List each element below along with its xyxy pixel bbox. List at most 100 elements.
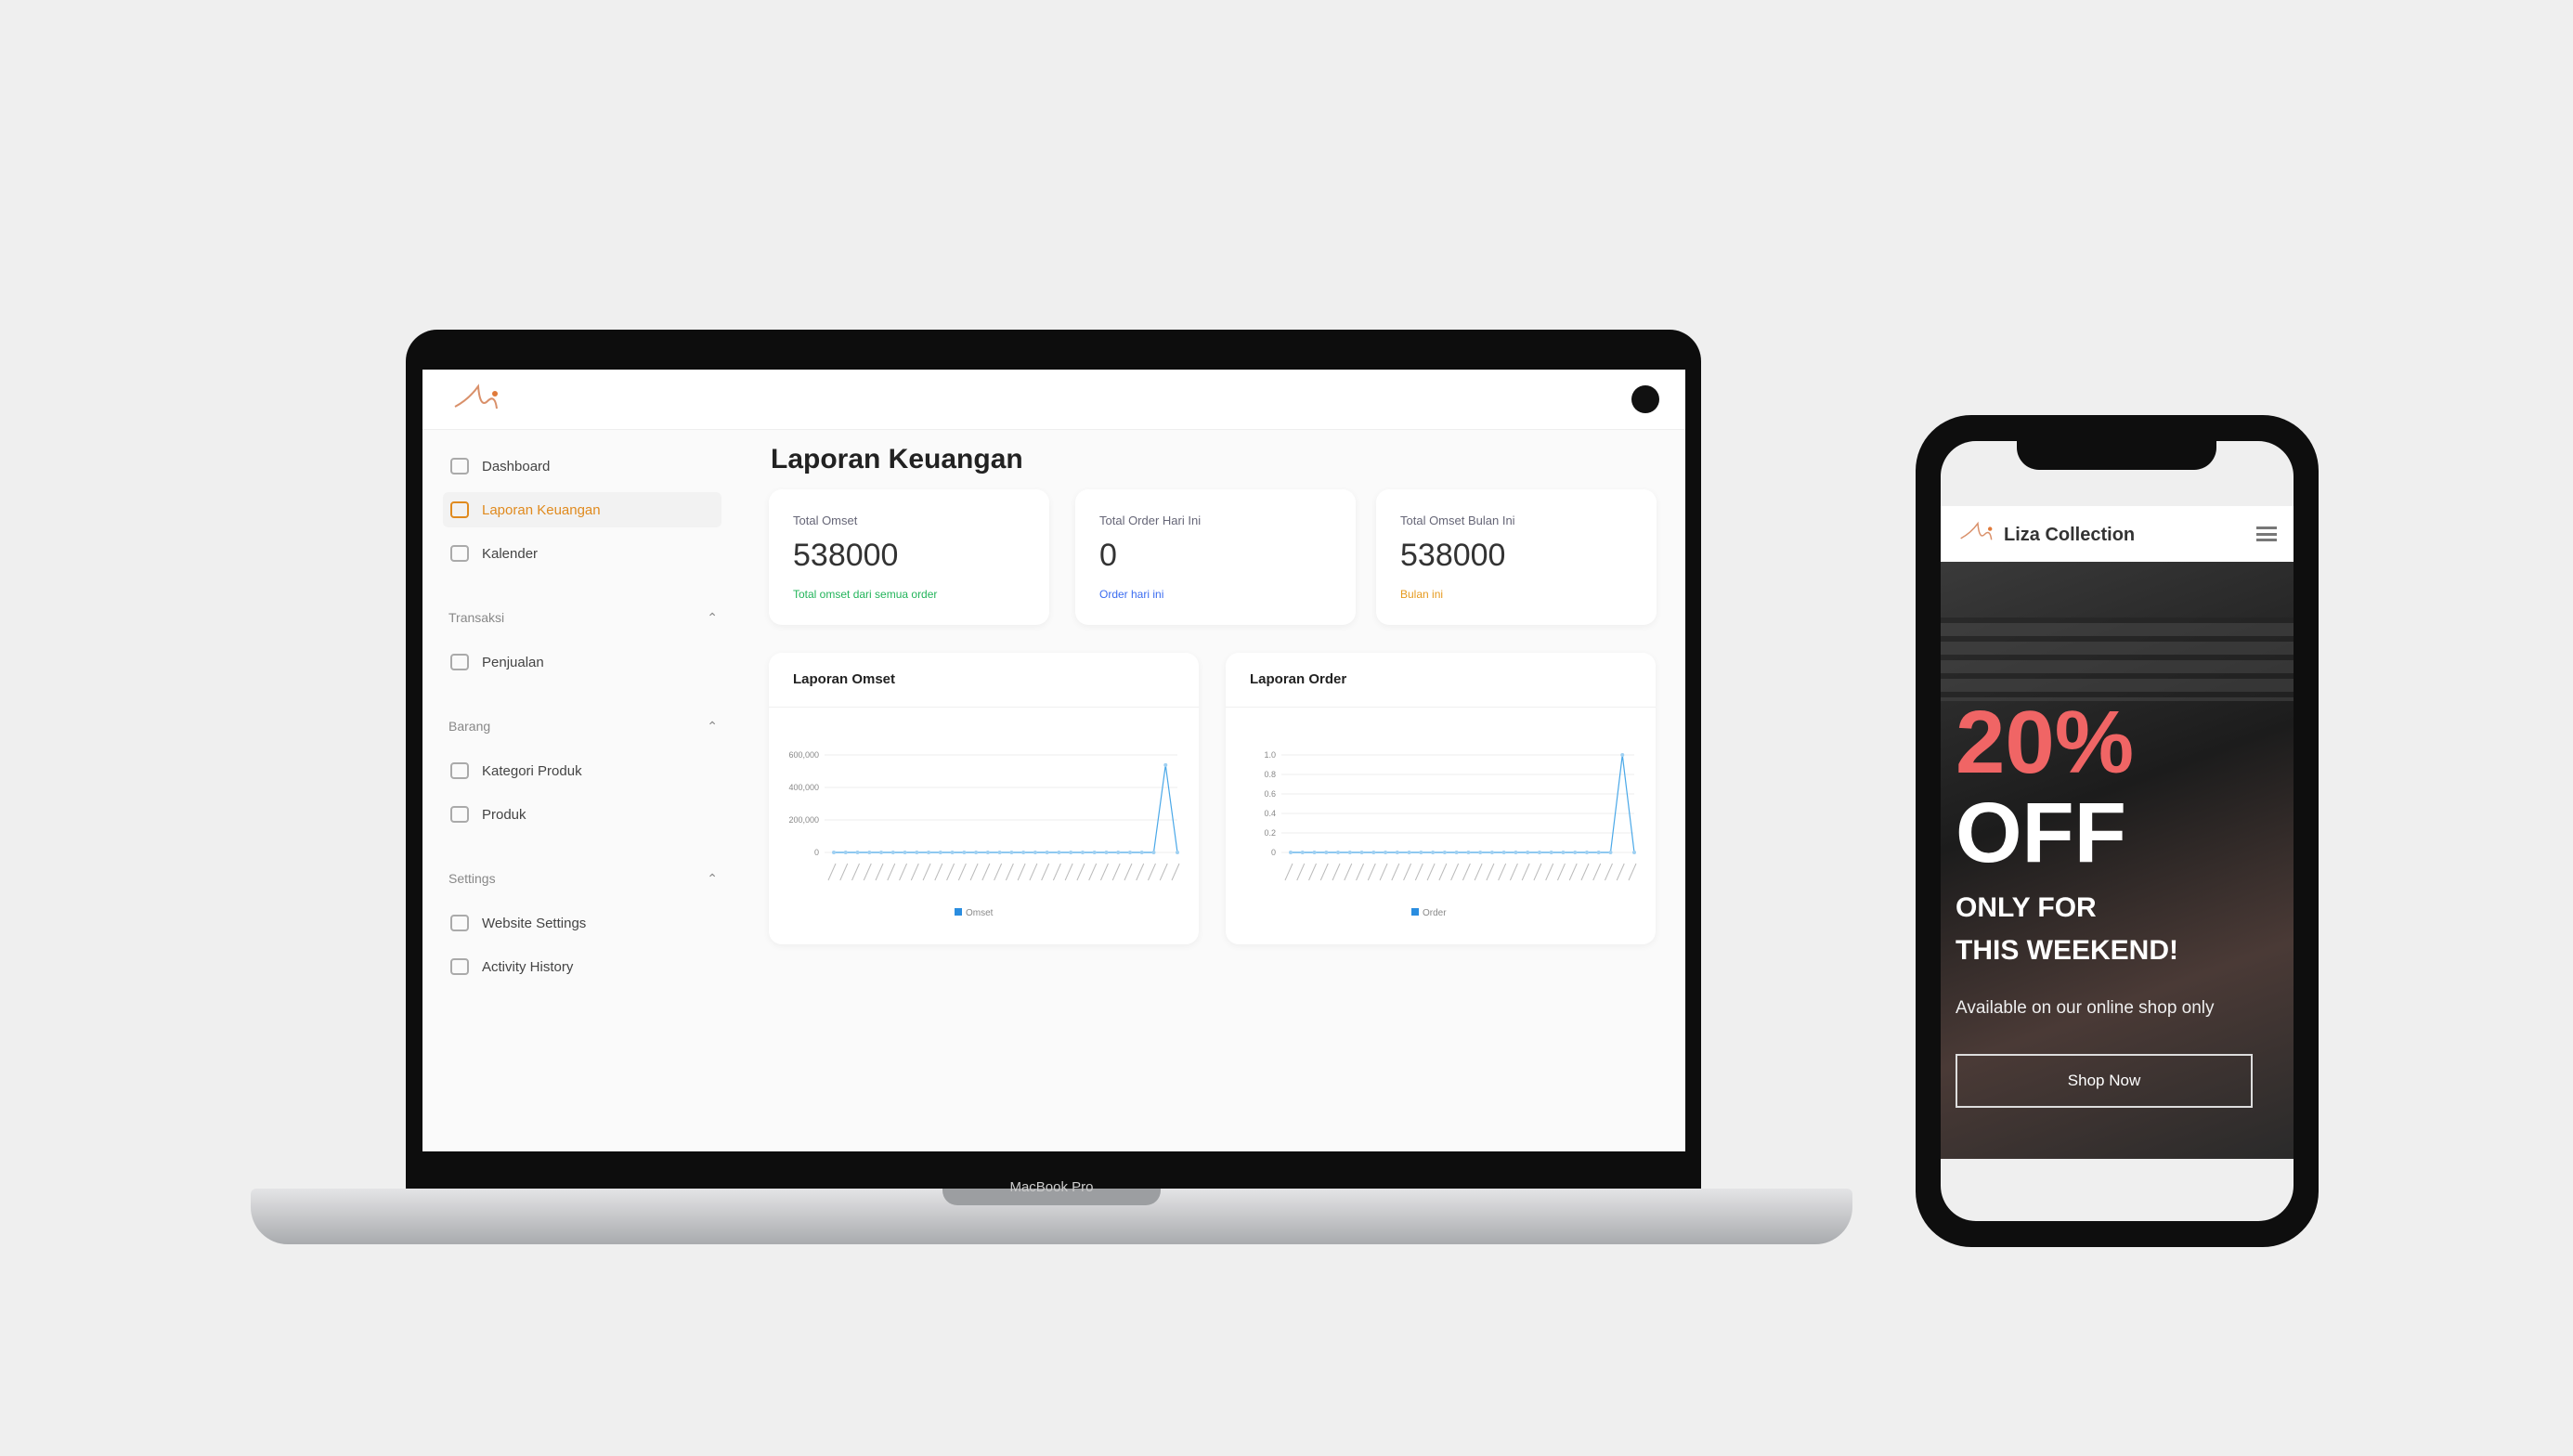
x-tick-label xyxy=(910,863,919,881)
hero-tagline-2: THIS WEEKEND! xyxy=(1956,935,2178,966)
data-point xyxy=(1371,851,1376,854)
x-tick-label xyxy=(1319,863,1329,881)
data-point xyxy=(1573,851,1578,854)
hero-off: OFF xyxy=(1956,786,2126,880)
sidebar-item-label: Penjualan xyxy=(482,654,544,670)
sidebar-item-dashboard[interactable]: Dashboard xyxy=(443,448,721,484)
x-tick-label xyxy=(1029,863,1038,881)
legend-label[interactable]: Order xyxy=(1423,908,1447,918)
data-point xyxy=(927,851,931,854)
x-tick-label xyxy=(1556,863,1566,881)
sidebar-item-label: Produk xyxy=(482,806,526,823)
data-point xyxy=(903,851,907,854)
stat-card: Total Order Hari Ini 0 Order hari ini xyxy=(1075,489,1356,625)
sidebar-section-header[interactable]: Barang ⌃ xyxy=(448,719,718,734)
series-line xyxy=(834,764,1178,853)
y-tick-label: 0.4 xyxy=(1264,809,1276,818)
hamburger-menu-icon[interactable] xyxy=(2256,526,2277,541)
shop-now-button[interactable]: Shop Now xyxy=(1956,1054,2253,1108)
x-tick-label xyxy=(934,863,943,881)
y-tick-label: 0.6 xyxy=(1264,789,1276,799)
sidebar-item-laporan-keuangan[interactable]: Laporan Keuangan xyxy=(443,492,721,527)
x-tick-label xyxy=(1017,863,1026,881)
sidebar-item-penjualan[interactable]: Penjualan xyxy=(443,644,721,680)
section-title: Transaksi xyxy=(448,610,505,625)
x-tick-label xyxy=(863,863,872,881)
laptop: Dashboard Laporan Keuangan Kalender Transak… xyxy=(406,330,1701,1198)
data-point xyxy=(1033,851,1037,854)
stat-subtext: Total omset dari semua order xyxy=(793,588,938,601)
sidebar-item-website-settings[interactable]: Website Settings xyxy=(443,905,721,941)
x-tick-label xyxy=(1498,863,1507,881)
y-tick-label: 0.2 xyxy=(1264,828,1276,838)
x-tick-label xyxy=(1521,863,1530,881)
laptop-screen: Dashboard Laporan Keuangan Kalender Transak… xyxy=(422,370,1685,1151)
stat-value: 538000 xyxy=(793,538,899,573)
data-point xyxy=(1127,851,1132,854)
data-point xyxy=(1501,851,1506,854)
legend-label[interactable]: Omset xyxy=(966,908,994,918)
x-tick-label xyxy=(969,863,979,881)
data-point xyxy=(1069,851,1073,854)
laptop-base: MacBook Pro xyxy=(251,1179,1852,1244)
sidebar-item-label: Dashboard xyxy=(482,458,551,474)
x-tick-label xyxy=(922,863,931,881)
stat-label: Total Omset Bulan Ini xyxy=(1400,514,1515,527)
x-tick-label xyxy=(1356,863,1365,881)
x-tick-label xyxy=(1064,863,1073,881)
logo-icon[interactable] xyxy=(450,381,506,418)
sidebar-section-header[interactable]: Settings ⌃ xyxy=(448,871,718,887)
avatar[interactable] xyxy=(1631,385,1659,413)
legend-swatch xyxy=(1411,908,1419,916)
home-icon xyxy=(450,458,469,474)
x-tick-label xyxy=(1296,863,1306,881)
stat-card: Total Omset 538000 Total omset dari semua … xyxy=(769,489,1049,625)
data-point xyxy=(1163,762,1168,767)
x-tick-label xyxy=(1099,863,1109,881)
data-point xyxy=(1632,851,1636,854)
data-point xyxy=(1336,851,1341,854)
data-point xyxy=(1104,851,1109,854)
sidebar-section-header[interactable]: Transaksi ⌃ xyxy=(448,610,718,626)
chevron-up-icon: ⌃ xyxy=(707,719,718,734)
data-point xyxy=(1489,851,1494,854)
data-point xyxy=(1549,851,1553,854)
data-point xyxy=(1561,851,1566,854)
stat-value: 0 xyxy=(1099,538,1117,573)
x-tick-label xyxy=(1605,863,1613,881)
data-point xyxy=(1312,851,1317,854)
x-tick-label xyxy=(1616,863,1625,881)
y-tick-label: 600,000 xyxy=(788,750,819,760)
data-point xyxy=(915,851,919,854)
x-tick-label xyxy=(1462,863,1471,881)
hero-discount: 20% xyxy=(1956,693,2135,792)
hero-tagline-1: ONLY FOR xyxy=(1956,892,2097,923)
calendar-icon xyxy=(450,545,469,562)
hero-banner: 20% OFF ONLY FOR THIS WEEKEND! Available… xyxy=(1941,562,2294,1159)
x-tick-label xyxy=(1111,863,1121,881)
x-tick-label xyxy=(1426,863,1436,881)
x-tick-label xyxy=(1367,863,1376,881)
sidebar-item-kategori-produk[interactable]: Kategori Produk xyxy=(443,753,721,788)
data-point xyxy=(1080,851,1085,854)
data-point xyxy=(855,851,860,854)
stat-subtext: Bulan ini xyxy=(1400,588,1444,601)
data-point xyxy=(950,851,955,854)
y-tick-label: 0 xyxy=(1271,848,1276,857)
bar-chart-icon xyxy=(450,501,469,518)
sidebar-item-label: Activity History xyxy=(482,958,574,975)
chevron-up-icon: ⌃ xyxy=(707,610,718,625)
bag-icon xyxy=(450,806,469,823)
gear-icon xyxy=(450,915,469,931)
data-point xyxy=(1139,851,1144,854)
logo-icon[interactable] xyxy=(1957,519,1998,547)
data-point xyxy=(1045,851,1049,854)
phone-notch xyxy=(2017,436,2216,470)
sidebar-item-produk[interactable]: Produk xyxy=(443,797,721,832)
sidebar-item-label: Kalender xyxy=(482,545,539,562)
sidebar-item-activity-history[interactable]: Activity History xyxy=(443,949,721,984)
data-point xyxy=(938,851,942,854)
data-point xyxy=(1407,851,1411,854)
sidebar-item-kalender[interactable]: Kalender xyxy=(443,536,721,571)
y-tick-label: 1.0 xyxy=(1264,750,1276,760)
